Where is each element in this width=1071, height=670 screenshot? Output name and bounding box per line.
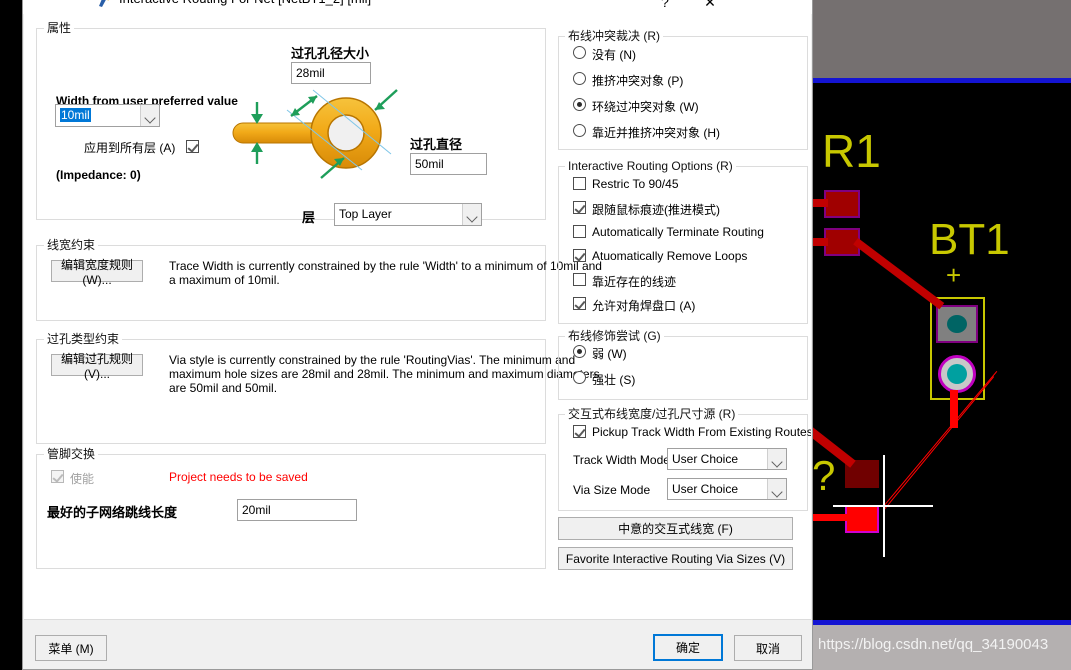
width-combo-value: 10mil (60, 108, 91, 122)
pcb-pad-bt1-2-hole (947, 364, 967, 384)
via-constraint-text-line3: are 50mil and 50mil. (169, 381, 278, 395)
close-button[interactable]: ✕ (695, 0, 725, 14)
cursor-crosshair-horizontal (833, 505, 933, 507)
option-remove-loops-label: Atuomatically Remove Loops (592, 249, 748, 263)
width-constraint-text-line1: Trace Width is currently constrained by … (169, 259, 602, 273)
via-illustration (232, 89, 398, 179)
option-auto-terminate-label: Automatically Terminate Routing (592, 225, 764, 239)
pin-swap-enable-label: 使能 (70, 472, 95, 486)
gloss-effort-group-title: 布线修饰尝试 (G) (565, 329, 664, 343)
via-size-mode-combo[interactable]: User Choice (667, 478, 787, 500)
chevron-down-icon[interactable] (462, 204, 481, 225)
gloss-weak-radio[interactable] (573, 345, 586, 358)
gloss-strong-label: 强壮 (S) (592, 373, 636, 387)
properties-group-title: 属性 (44, 21, 75, 35)
via-constraint-text-line1: Via style is currently constrained by th… (169, 353, 576, 367)
via-hole-size-label: 过孔孔径大小 (291, 46, 370, 61)
pickup-track-width-checkbox[interactable] (573, 425, 586, 438)
help-button[interactable]: ? (650, 0, 680, 14)
dialog-titlebar[interactable]: Interactive Routing For Net [NetBT1_2] [… (23, 0, 812, 15)
pcb-toolbar-strip (810, 0, 1071, 78)
conflict-resolution-group-title: 布线冲突裁决 (R) (565, 29, 663, 43)
pcb-designator-partial: ? (812, 452, 836, 499)
pin-swap-group-title: 管脚交换 (44, 447, 99, 461)
gloss-weak-label: 弱 (W) (592, 347, 627, 361)
chevron-down-icon[interactable] (767, 479, 786, 499)
layer-combo[interactable]: Top Layer (334, 203, 482, 226)
width-constraint-text-line2: a maximum of 10mil. (169, 273, 280, 287)
via-constraint-text-line2: maximum hole sizes are 28mil and 28mil. … (169, 367, 600, 381)
width-constraint-group-title: 线宽约束 (44, 238, 99, 252)
gloss-strong-radio[interactable] (573, 371, 586, 384)
chevron-down-icon[interactable] (767, 449, 786, 469)
edit-width-rule-button[interactable]: 编辑宽度规则 (W)... (51, 258, 143, 287)
dialog-content: 属性 Width from user preferred value 10mil… (24, 14, 811, 619)
edit-via-rule-button[interactable]: 编辑过孔规则 (V)... (51, 352, 143, 381)
conflict-option-none-label: 没有 (N) (592, 48, 636, 62)
dialog-title: Interactive Routing For Net [NetBT1_2] [… (119, 0, 371, 6)
conflict-option-push-label: 推挤冲突对象 (P) (592, 74, 684, 88)
option-restrict-9045-label: Restric To 90/45 (592, 177, 679, 191)
conflict-option-push-radio[interactable] (573, 72, 586, 85)
favorite-via-sizes-button[interactable]: Favorite Interactive Routing Via Sizes (… (558, 547, 793, 570)
routing-icon (99, 0, 109, 7)
apply-all-layers-checkbox[interactable] (186, 140, 199, 153)
interactive-routing-dialog[interactable]: Interactive Routing For Net [NetBT1_2] [… (22, 0, 813, 670)
option-remove-loops-checkbox[interactable] (573, 249, 586, 262)
dialog-footer: 菜单 (M) 确定 取消 (24, 619, 811, 669)
pcb-designator-bt1: BT1 (929, 215, 1010, 264)
menu-button[interactable]: 菜单 (M) (35, 635, 107, 661)
option-diagonal-pad-entry-checkbox[interactable] (573, 297, 586, 310)
cancel-button[interactable]: 取消 (734, 635, 802, 661)
pcb-pad-r1-1[interactable] (824, 190, 860, 218)
conflict-option-hugpush-label: 靠近并推挤冲突对象 (H) (592, 126, 720, 140)
via-constraint-group-title: 过孔类型约束 (44, 332, 123, 346)
width-combo[interactable]: 10mil (55, 104, 160, 127)
routing-options-group-title: Interactive Routing Options (R) (565, 159, 736, 173)
layer-label: 层 (302, 210, 316, 225)
conflict-option-walkaround-label: 环绕过冲突对象 (W) (592, 100, 699, 114)
option-follow-mouse-label: 跟随鼠标痕迹(推进模式) (592, 203, 720, 217)
pin-swap-enable-checkbox[interactable] (51, 470, 64, 483)
impedance-label: (Impedance: 0) (56, 168, 141, 182)
option-restrict-9045-checkbox[interactable] (573, 177, 586, 190)
pcb-pad-bt1-1-hole (947, 315, 967, 333)
width-source-group-title: 交互式布线宽度/过孔尺寸源 (R) (565, 407, 739, 421)
jumper-length-input[interactable] (237, 499, 357, 521)
favorite-track-widths-button[interactable]: 中意的交互式线宽 (F) (558, 517, 793, 540)
option-diagonal-pad-entry-label: 允许对角焊盘口 (A) (592, 299, 696, 313)
pickup-track-width-label: Pickup Track Width From Existing Routes (592, 425, 811, 439)
watermark-text: https://blog.csdn.net/qq_34190043 (818, 636, 1049, 653)
option-hug-existing-checkbox[interactable] (573, 273, 586, 286)
track-width-mode-value: User Choice (672, 452, 739, 466)
apply-all-layers-label: 应用到所有层 (A) (84, 141, 176, 155)
chevron-down-icon[interactable] (140, 105, 159, 126)
pcb-designator-r1: R1 (822, 125, 881, 177)
conflict-option-hugpush-radio[interactable] (573, 124, 586, 137)
via-size-mode-value: User Choice (672, 482, 739, 496)
pcb-layer-tab-strip-top (810, 78, 1071, 83)
track-width-mode-combo[interactable]: User Choice (667, 448, 787, 470)
jumper-length-label: 最好的子网络跳线长度 (47, 505, 178, 520)
via-size-mode-label: Via Size Mode (573, 483, 651, 497)
conflict-option-none-radio[interactable] (573, 46, 586, 59)
pcb-polarity-marker-plus: + (946, 260, 962, 290)
track-width-mode-label: Track Width Mode (573, 453, 670, 467)
option-follow-mouse-checkbox[interactable] (573, 201, 586, 214)
layer-combo-value: Top Layer (339, 207, 392, 221)
project-save-warning: Project needs to be saved (169, 470, 308, 484)
ok-button[interactable]: 确定 (653, 634, 723, 661)
option-auto-terminate-checkbox[interactable] (573, 225, 586, 238)
pcb-trace-c1-stub (808, 514, 852, 521)
option-hug-existing-label: 靠近存在的线迹 (592, 275, 677, 289)
conflict-option-walkaround-radio[interactable] (573, 98, 586, 111)
